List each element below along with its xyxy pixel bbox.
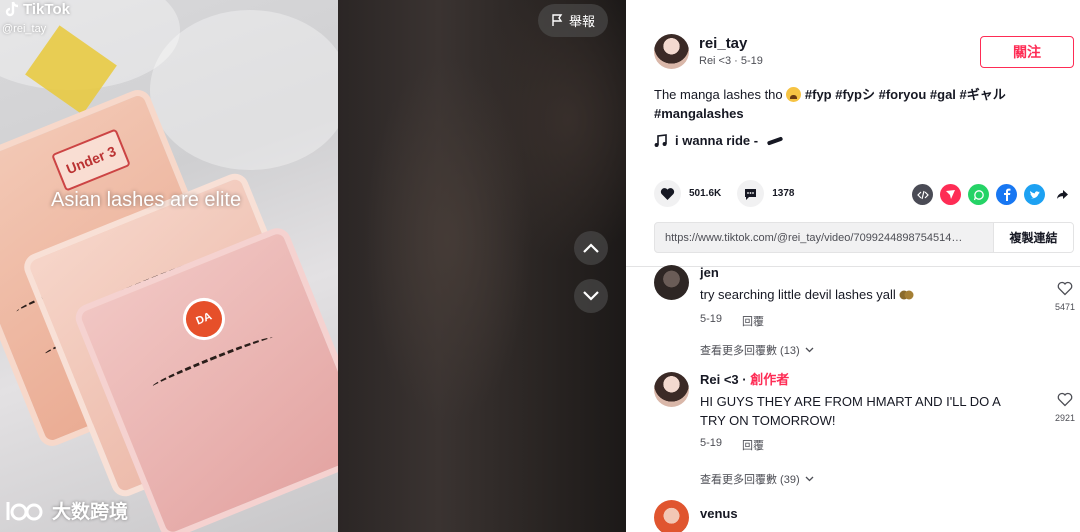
send-icon[interactable] xyxy=(940,184,961,205)
comment-username[interactable]: venus xyxy=(700,506,1020,522)
chevron-up-icon xyxy=(583,243,599,253)
comment-username[interactable]: jen xyxy=(700,265,1020,281)
comment-count: 1378 xyxy=(772,188,795,199)
report-label: 舉報 xyxy=(568,14,595,29)
heart-outline-icon xyxy=(1057,281,1073,296)
twitter-icon[interactable] xyxy=(1024,184,1045,205)
share-arrow-icon[interactable] xyxy=(1052,184,1073,205)
avatar[interactable] xyxy=(654,372,689,407)
watermark: 大数跨境 xyxy=(4,497,128,524)
comment-like-count: 5471 xyxy=(1054,302,1076,312)
copy-link-button[interactable]: 複製連結 xyxy=(993,223,1073,252)
video-url[interactable]: https://www.tiktok.com/@rei_tay/video/70… xyxy=(655,232,993,244)
flag-icon xyxy=(552,14,563,26)
view-more-replies[interactable]: 查看更多回覆數 (13) xyxy=(700,342,814,358)
avatar[interactable] xyxy=(654,34,689,69)
previous-video-button[interactable] xyxy=(574,231,608,265)
comment-date: 5-19 xyxy=(700,313,723,325)
hashtag-link[interactable]: #fypシ xyxy=(835,87,875,102)
chevron-down-icon xyxy=(805,476,814,482)
video-handle: @rei_tay xyxy=(2,23,47,35)
watermark-logo-icon xyxy=(6,501,43,520)
reply-button[interactable]: 回覆 xyxy=(742,313,764,329)
like-stat[interactable]: 501.6K xyxy=(654,180,721,207)
video-link-box: https://www.tiktok.com/@rei_tay/video/70… xyxy=(654,222,1074,253)
fabric-highlight xyxy=(150,10,338,170)
hashtag-link[interactable]: #ギャル xyxy=(960,87,1006,102)
music-title[interactable]: i wanna ride - xyxy=(675,133,758,148)
video-blurred-background xyxy=(338,0,626,532)
chevron-down-icon xyxy=(583,291,599,301)
comment-date: 5-19 xyxy=(700,437,723,449)
comment-item: venus xyxy=(654,500,1080,532)
hashtag-link[interactable]: #foryou xyxy=(879,87,927,102)
tired-face-emoji-icon xyxy=(786,87,802,102)
share-options xyxy=(912,184,1073,205)
music-link[interactable]: i wanna ride - xyxy=(654,133,784,148)
embed-icon[interactable] xyxy=(912,184,933,205)
comment-like-count: 2921 xyxy=(1054,413,1076,423)
whatsapp-icon[interactable] xyxy=(968,184,989,205)
video-info-panel: rei_tay Rei <3 · 5-19 關注 The manga lashe… xyxy=(626,0,1080,532)
avatar[interactable] xyxy=(654,500,689,532)
watermark-text: 大数跨境 xyxy=(52,502,129,523)
author-info[interactable]: rei_tay Rei <3 · 5-19 xyxy=(654,34,763,69)
hashtag-link[interactable]: #fyp xyxy=(805,87,832,102)
reply-button[interactable]: 回覆 xyxy=(742,437,764,453)
music-note-icon xyxy=(654,133,667,147)
comment-username[interactable]: Rei <3 xyxy=(700,372,739,387)
comment-item: Rei <3 · 創作者 HI GUYS THEY ARE FROM HMART… xyxy=(654,372,1080,462)
hashtag-link[interactable]: #mangalashes xyxy=(654,106,744,121)
comment-text: HI GUYS THEY ARE FROM HMART AND I'LL DO … xyxy=(700,394,1001,428)
author-username[interactable]: rei_tay xyxy=(699,35,763,53)
engagement-stats: 501.6K 1378 xyxy=(654,180,795,207)
tiktok-wordmark: TikTok xyxy=(23,1,70,18)
comment-username-row: Rei <3 · 創作者 xyxy=(700,372,1020,388)
comment-bubble-icon xyxy=(745,188,757,200)
devil-emoji-icon xyxy=(899,290,914,300)
follow-button[interactable]: 關注 xyxy=(980,36,1074,68)
creator-badge: 創作者 xyxy=(750,372,790,387)
comment-meta: 5-19 回覆 xyxy=(700,313,1020,329)
comment-text-content: try searching little devil lashes yall xyxy=(700,287,896,302)
comment-like[interactable]: 5471 xyxy=(1050,281,1080,312)
comment-meta: 5-19 回覆 xyxy=(700,437,1020,453)
facebook-icon[interactable] xyxy=(996,184,1017,205)
more-replies-label[interactable]: 查看更多回覆數 (39) xyxy=(700,471,800,487)
comment-stat[interactable]: 1378 xyxy=(737,180,795,207)
lash-strip xyxy=(150,333,275,392)
video-overlay-caption: Asian lashes are elite xyxy=(51,189,242,211)
comment-like[interactable]: 2921 xyxy=(1050,392,1080,423)
avatar[interactable] xyxy=(654,265,689,300)
tiktok-note-icon xyxy=(5,1,19,17)
separator-dot: · xyxy=(742,372,747,387)
tiktok-logo: TikTok xyxy=(4,1,70,18)
view-more-replies[interactable]: 查看更多回覆數 (39) xyxy=(700,471,814,487)
video-frame[interactable]: Under 3 DA TikTok @rei_tay Asian lashes … xyxy=(0,0,338,532)
comment-item: jen try searching little devil lashes ya… xyxy=(654,265,1080,345)
comment-button[interactable] xyxy=(737,180,765,207)
heart-outline-icon xyxy=(1057,392,1073,407)
video-player[interactable]: Under 3 DA TikTok @rei_tay Asian lashes … xyxy=(0,0,626,532)
hashtag-link[interactable]: #gal xyxy=(930,87,956,102)
report-button[interactable]: 舉報 xyxy=(538,4,608,37)
like-count: 501.6K xyxy=(689,188,722,199)
description-text: The manga lashes tho xyxy=(654,87,783,102)
next-video-button[interactable] xyxy=(574,279,608,313)
video-description: The manga lashes tho #fyp #fypシ #foryou … xyxy=(654,85,1044,123)
like-button[interactable] xyxy=(654,180,681,207)
more-replies-label[interactable]: 查看更多回覆數 (13) xyxy=(700,342,800,358)
bandage-emoji-icon xyxy=(767,136,783,145)
comment-text: try searching little devil lashes yall xyxy=(700,285,1020,304)
author-nickname-date: Rei <3 · 5-19 xyxy=(699,54,763,67)
chevron-down-icon xyxy=(805,347,814,353)
heart-icon xyxy=(660,187,675,200)
